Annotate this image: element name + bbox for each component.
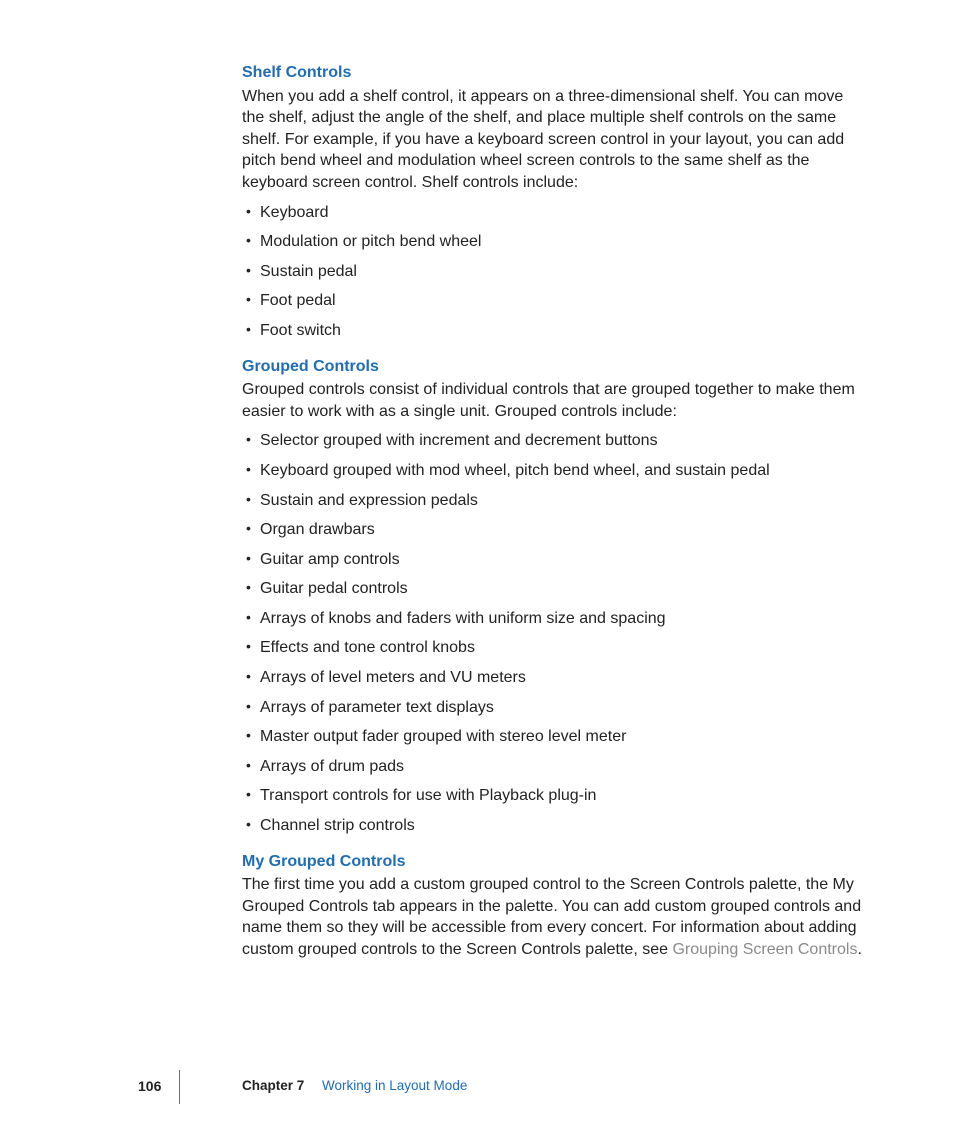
list-item: Guitar pedal controls xyxy=(242,578,867,600)
link-grouping-screen-controls[interactable]: Grouping Screen Controls xyxy=(672,941,857,958)
list-item: Selector grouped with increment and decr… xyxy=(242,430,867,452)
para-my-grouped-controls: The first time you add a custom grouped … xyxy=(242,874,867,960)
para-shelf-controls: When you add a shelf control, it appears… xyxy=(242,86,867,194)
heading-shelf-controls: Shelf Controls xyxy=(242,62,867,84)
list-item: Channel strip controls xyxy=(242,815,867,837)
list-item: Sustain and expression pedals xyxy=(242,490,867,512)
chapter-title: Working in Layout Mode xyxy=(322,1077,467,1095)
list-item: Sustain pedal xyxy=(242,261,867,283)
list-item: Modulation or pitch bend wheel xyxy=(242,231,867,253)
list-item: Keyboard grouped with mod wheel, pitch b… xyxy=(242,460,867,482)
heading-grouped-controls: Grouped Controls xyxy=(242,356,867,378)
list-item: Arrays of level meters and VU meters xyxy=(242,667,867,689)
page-footer: 106 Chapter 7 Working in Layout Mode xyxy=(96,1077,866,1103)
list-item: Master output fader grouped with stereo … xyxy=(242,726,867,748)
heading-my-grouped-controls: My Grouped Controls xyxy=(242,851,867,873)
page-number: 106 xyxy=(138,1077,161,1096)
para-grouped-controls: Grouped controls consist of individual c… xyxy=(242,379,867,422)
footer-divider xyxy=(179,1070,180,1104)
chapter-label: Chapter 7 xyxy=(242,1077,304,1095)
list-item: Organ drawbars xyxy=(242,519,867,541)
page-content: Shelf Controls When you add a shelf cont… xyxy=(242,62,867,965)
list-item: Arrays of drum pads xyxy=(242,756,867,778)
para-text-after: . xyxy=(857,941,861,958)
list-item: Transport controls for use with Playback… xyxy=(242,785,867,807)
list-item: Arrays of parameter text displays xyxy=(242,697,867,719)
list-item: Effects and tone control knobs xyxy=(242,637,867,659)
list-item: Keyboard xyxy=(242,202,867,224)
list-item: Foot switch xyxy=(242,320,867,342)
list-shelf-controls: Keyboard Modulation or pitch bend wheel … xyxy=(242,202,867,342)
list-grouped-controls: Selector grouped with increment and decr… xyxy=(242,430,867,836)
list-item: Foot pedal xyxy=(242,290,867,312)
list-item: Arrays of knobs and faders with uniform … xyxy=(242,608,867,630)
list-item: Guitar amp controls xyxy=(242,549,867,571)
